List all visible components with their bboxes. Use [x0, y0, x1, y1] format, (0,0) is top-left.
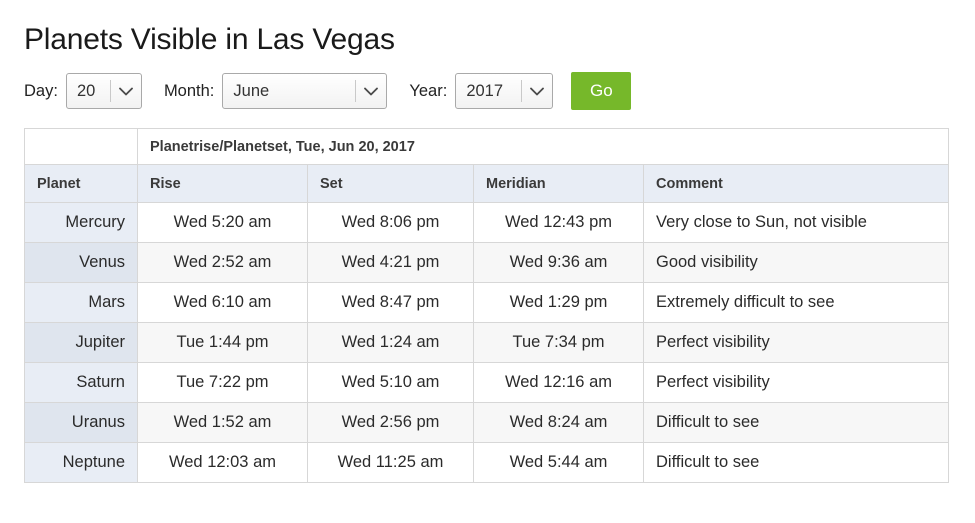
- table-header: Planetrise/Planetset, Tue, Jun 20, 2017 …: [24, 128, 950, 203]
- cell-comment: Extremely difficult to see: [642, 282, 950, 323]
- month-select[interactable]: June: [222, 73, 388, 109]
- cell-rise: Tue 7:22 pm: [137, 362, 308, 403]
- column-header-planet: Planet: [24, 164, 138, 203]
- cell-planet: Uranus: [24, 402, 138, 443]
- date-selector-form: Day: 20 Month: June Year: 2017 Go: [24, 72, 975, 110]
- cell-meridian: Tue 7:34 pm: [473, 322, 644, 363]
- cell-set: Wed 8:06 pm: [307, 202, 474, 243]
- cell-comment: Good visibility: [642, 242, 950, 283]
- table-title-empty-cell: [24, 128, 138, 165]
- cell-planet: Venus: [24, 242, 138, 283]
- cell-planet: Mercury: [24, 202, 138, 243]
- cell-rise: Wed 1:52 am: [137, 402, 308, 443]
- cell-set: Wed 2:56 pm: [307, 402, 474, 443]
- table-title-cell: Planetrise/Planetset, Tue, Jun 20, 2017: [136, 128, 950, 165]
- cell-rise: Wed 12:03 am: [137, 442, 308, 483]
- year-select-value: 2017: [466, 81, 504, 100]
- day-select-value: 20: [76, 81, 96, 100]
- day-select[interactable]: 20: [65, 73, 142, 109]
- cell-meridian: Wed 5:44 am: [473, 442, 644, 483]
- year-select[interactable]: 2017: [455, 73, 554, 109]
- cell-planet: Mars: [24, 282, 138, 323]
- cell-rise: Wed 6:10 am: [137, 282, 308, 323]
- column-header-comment: Comment: [642, 164, 950, 203]
- chevron-down-icon: [522, 87, 552, 96]
- column-header-rise: Rise: [137, 164, 308, 203]
- cell-comment: Perfect visibility: [642, 362, 950, 403]
- month-label: Month:: [163, 81, 215, 100]
- go-button[interactable]: Go: [571, 72, 632, 110]
- year-label: Year:: [409, 81, 448, 100]
- cell-comment: Very close to Sun, not visible: [642, 202, 950, 243]
- cell-meridian: Wed 9:36 am: [473, 242, 644, 283]
- cell-meridian: Wed 1:29 pm: [473, 282, 644, 323]
- cell-set: Wed 11:25 am: [307, 442, 474, 483]
- planets-visible-page: Planets Visible in Las Vegas Day: 20 Mon…: [0, 0, 975, 523]
- cell-comment: Difficult to see: [642, 442, 950, 483]
- cell-planet: Saturn: [24, 362, 138, 403]
- chevron-down-icon: [111, 87, 141, 96]
- cell-comment: Perfect visibility: [642, 322, 950, 363]
- month-select-value: June: [233, 81, 270, 100]
- table-row: Uranus Wed 1:52 am Wed 2:56 pm Wed 8:24 …: [24, 402, 950, 443]
- planetrise-planetset-table: Planetrise/Planetset, Tue, Jun 20, 2017 …: [24, 128, 950, 483]
- table-row: Mercury Wed 5:20 am Wed 8:06 pm Wed 12:4…: [24, 202, 950, 243]
- day-label: Day:: [24, 81, 58, 100]
- cell-planet: Jupiter: [24, 322, 138, 363]
- cell-meridian: Wed 12:43 pm: [473, 202, 644, 243]
- table-row: Jupiter Tue 1:44 pm Wed 1:24 am Tue 7:34…: [24, 322, 950, 363]
- table-body: Mercury Wed 5:20 am Wed 8:06 pm Wed 12:4…: [24, 202, 950, 483]
- cell-set: Wed 5:10 am: [307, 362, 474, 403]
- cell-planet: Neptune: [24, 442, 138, 483]
- table-column-header-row: Planet Rise Set Meridian Comment: [24, 164, 950, 203]
- cell-rise: Wed 5:20 am: [137, 202, 308, 243]
- cell-set: Wed 1:24 am: [307, 322, 474, 363]
- table-row: Saturn Tue 7:22 pm Wed 5:10 am Wed 12:16…: [24, 362, 950, 403]
- chevron-down-icon: [356, 87, 386, 96]
- table-row: Mars Wed 6:10 am Wed 8:47 pm Wed 1:29 pm…: [24, 282, 950, 323]
- cell-rise: Wed 2:52 am: [137, 242, 308, 283]
- column-header-meridian: Meridian: [473, 164, 644, 203]
- cell-meridian: Wed 12:16 am: [473, 362, 644, 403]
- cell-rise: Tue 1:44 pm: [137, 322, 308, 363]
- cell-comment: Difficult to see: [642, 402, 950, 443]
- table-row: Neptune Wed 12:03 am Wed 11:25 am Wed 5:…: [24, 442, 950, 483]
- cell-set: Wed 8:47 pm: [307, 282, 474, 323]
- column-header-set: Set: [307, 164, 474, 203]
- cell-set: Wed 4:21 pm: [307, 242, 474, 283]
- table-title-row: Planetrise/Planetset, Tue, Jun 20, 2017: [24, 128, 950, 165]
- table-row: Venus Wed 2:52 am Wed 4:21 pm Wed 9:36 a…: [24, 242, 950, 283]
- page-title: Planets Visible in Las Vegas: [24, 23, 395, 56]
- cell-meridian: Wed 8:24 am: [473, 402, 644, 443]
